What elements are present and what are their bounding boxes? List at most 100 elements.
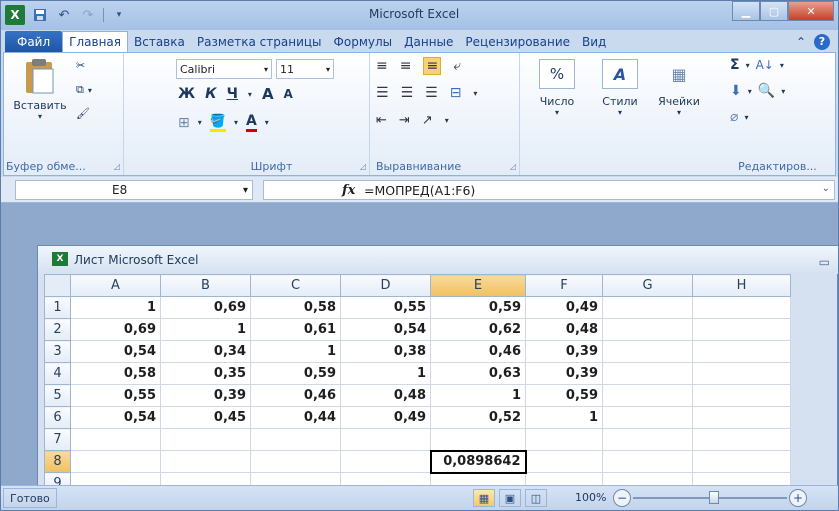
name-box-dropdown-icon[interactable]: ▾	[243, 185, 248, 196]
increase-indent-icon[interactable]: ⇥	[399, 113, 410, 128]
row-header-4[interactable]: 4	[44, 362, 71, 385]
cell-g8[interactable]	[602, 450, 693, 473]
format-painter-button[interactable]: 🖌	[76, 107, 90, 120]
cell-e7[interactable]	[430, 428, 526, 451]
cell-a5[interactable]: 0,55	[70, 384, 161, 407]
tab-review[interactable]: Рецензирование	[459, 31, 576, 52]
cell-h4[interactable]	[692, 362, 791, 385]
page-layout-view-icon[interactable]: ▣	[499, 489, 521, 507]
tab-data[interactable]: Данные	[398, 31, 459, 52]
cell-e4[interactable]: 0,63	[430, 362, 526, 385]
find-select-icon[interactable]: 🔍	[758, 83, 775, 99]
help-icon[interactable]: ?	[814, 33, 830, 50]
fill-down-icon[interactable]: ⬇	[730, 83, 742, 99]
row-header-3[interactable]: 3	[44, 340, 71, 363]
cell-d3[interactable]: 0,38	[340, 340, 431, 363]
cells-button[interactable]: ▦ Ячейки ▾	[652, 59, 706, 118]
paste-dropdown-icon[interactable]: ▾	[38, 112, 42, 121]
font-launcher-icon[interactable]: ◿	[360, 162, 366, 171]
align-left-icon[interactable]: ☰	[376, 85, 389, 101]
close-button[interactable]: ✕	[788, 1, 834, 21]
wrap-text-icon[interactable]: ⤶	[453, 58, 461, 74]
insert-function-icon[interactable]: fx	[342, 183, 355, 198]
cell-c3[interactable]: 1	[250, 340, 341, 363]
clipboard-launcher-icon[interactable]: ◿	[114, 162, 120, 171]
expand-formula-bar-icon[interactable]: ⌄	[822, 183, 830, 194]
find-dropdown-icon[interactable]: ▾	[781, 87, 785, 96]
page-break-view-icon[interactable]: ◫	[525, 489, 547, 507]
cell-a2[interactable]: 0,69	[70, 318, 161, 341]
cell-a1[interactable]: 1	[70, 296, 161, 319]
cell-g7[interactable]	[602, 428, 693, 451]
cell-d6[interactable]: 0,49	[340, 406, 431, 429]
cell-h3[interactable]	[692, 340, 791, 363]
cell-d1[interactable]: 0,55	[340, 296, 431, 319]
tab-page-layout[interactable]: Разметка страницы	[191, 31, 328, 52]
cell-d8[interactable]	[340, 450, 431, 473]
cell-e3[interactable]: 0,46	[430, 340, 526, 363]
align-middle-icon[interactable]: ≡	[400, 58, 412, 74]
tab-insert[interactable]: Вставка	[128, 31, 191, 52]
excel-logo-icon[interactable]: X	[5, 5, 25, 25]
cell-f6[interactable]: 1	[525, 406, 603, 429]
minimize-button[interactable]: ▁	[732, 1, 760, 21]
column-header-c[interactable]: C	[250, 274, 341, 297]
zoom-in-button[interactable]: +	[789, 489, 807, 507]
cell-d4[interactable]: 1	[340, 362, 431, 385]
cell-c4[interactable]: 0,59	[250, 362, 341, 385]
cell-a6[interactable]: 0,54	[70, 406, 161, 429]
cell-f5[interactable]: 0,59	[525, 384, 603, 407]
align-center-icon[interactable]: ☰	[401, 85, 414, 101]
column-header-h[interactable]: H	[692, 274, 791, 297]
underline-dropdown-icon[interactable]: ▾	[248, 90, 252, 99]
column-header-d[interactable]: D	[340, 274, 431, 297]
minimize-ribbon-icon[interactable]: ⌃	[796, 35, 806, 49]
cell-d5[interactable]: 0,48	[340, 384, 431, 407]
cell-f3[interactable]: 0,39	[525, 340, 603, 363]
redo-icon[interactable]: ↷	[79, 6, 97, 24]
borders-icon[interactable]: ⊞	[178, 115, 190, 131]
select-all-corner[interactable]	[44, 274, 71, 297]
cell-h1[interactable]	[692, 296, 791, 319]
row-header-8[interactable]: 8	[44, 450, 71, 473]
zoom-out-button[interactable]: −	[613, 489, 631, 507]
cell-g5[interactable]	[602, 384, 693, 407]
borders-dropdown-icon[interactable]: ▾	[198, 118, 202, 127]
underline-button[interactable]: Ч	[227, 86, 238, 102]
font-color-button[interactable]: A	[245, 113, 257, 132]
clear-eraser-icon[interactable]: ⌀	[730, 109, 738, 125]
cell-e5[interactable]: 1	[430, 384, 526, 407]
cell-e6[interactable]: 0,52	[430, 406, 526, 429]
save-icon[interactable]	[31, 6, 49, 24]
copy-button[interactable]: ⧉ ▾	[76, 83, 92, 97]
cell-a7[interactable]	[70, 428, 161, 451]
column-header-b[interactable]: B	[160, 274, 251, 297]
number-button[interactable]: % Число ▾	[532, 59, 582, 117]
undo-icon[interactable]: ↶	[55, 6, 73, 24]
cell-h2[interactable]	[692, 318, 791, 341]
shrink-font-button[interactable]: A	[284, 87, 293, 101]
cell-h5[interactable]	[692, 384, 791, 407]
cell-d2[interactable]: 0,54	[340, 318, 431, 341]
cell-h6[interactable]	[692, 406, 791, 429]
cell-b4[interactable]: 0,35	[160, 362, 251, 385]
font-color-dropdown-icon[interactable]: ▾	[265, 118, 269, 127]
cell-f7[interactable]	[525, 428, 603, 451]
cell-g2[interactable]	[602, 318, 693, 341]
cell-c1[interactable]: 0,58	[250, 296, 341, 319]
cell-b1[interactable]: 0,69	[160, 296, 251, 319]
zoom-slider-thumb[interactable]	[709, 491, 719, 504]
name-box[interactable]: E8 ▾	[15, 180, 253, 200]
column-header-a[interactable]: A	[70, 274, 161, 297]
cell-c8[interactable]	[250, 450, 341, 473]
row-header-6[interactable]: 6	[44, 406, 71, 429]
row-header-1[interactable]: 1	[44, 296, 71, 319]
cell-e8[interactable]: 0,0898642	[429, 449, 527, 474]
cell-h8[interactable]	[692, 450, 791, 473]
cell-a8[interactable]	[70, 450, 161, 473]
font-size-select[interactable]: 11 ▾	[276, 59, 334, 79]
formula-input[interactable]: fx =МОПРЕД(A1:F6) ⌄	[263, 180, 835, 200]
sort-dropdown-icon[interactable]: ▾	[780, 61, 784, 70]
cut-button[interactable]: ✂	[76, 59, 85, 72]
font-name-select[interactable]: Calibri ▾	[176, 59, 272, 79]
